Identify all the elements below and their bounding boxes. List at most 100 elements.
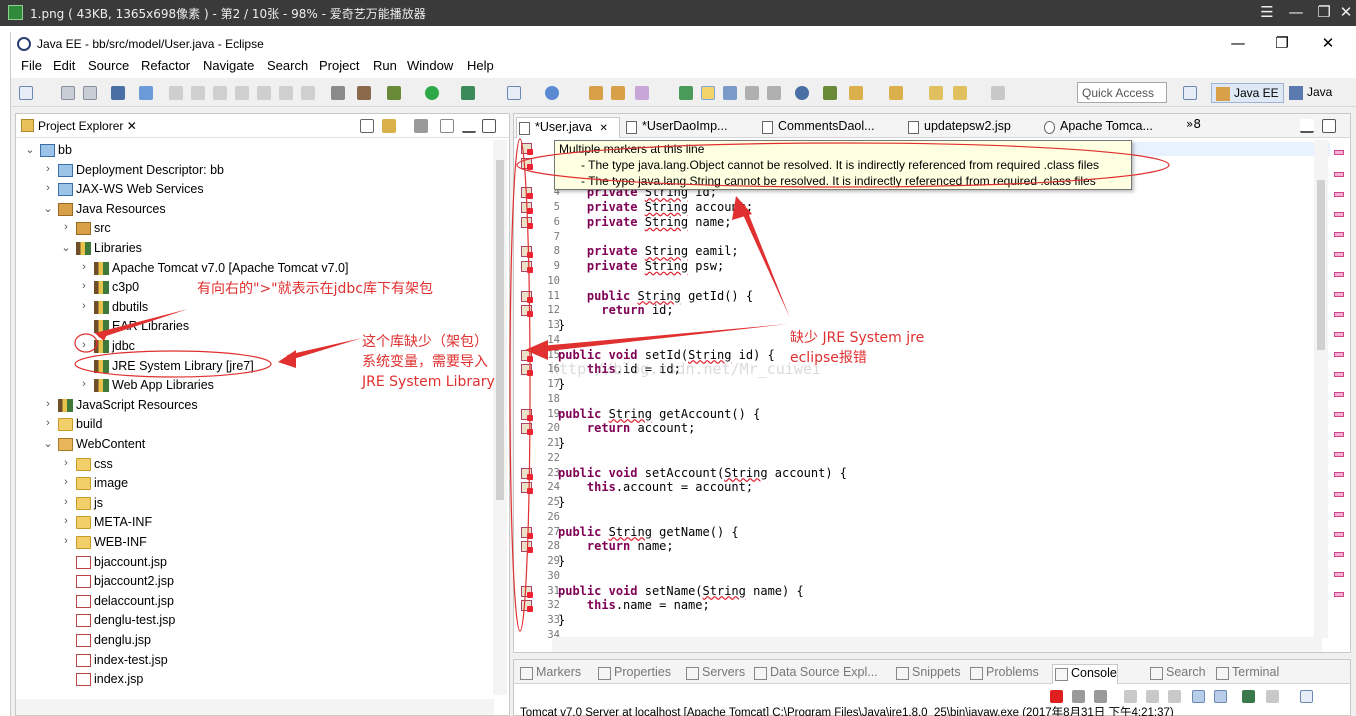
tab-snippets[interactable]: Snippets	[894, 664, 961, 684]
collapse-arrow-icon[interactable]: ›	[60, 221, 72, 233]
collapse-arrow-icon[interactable]: ›	[78, 378, 90, 390]
pin-console-icon[interactable]	[1242, 690, 1255, 703]
tab-updatepsw2[interactable]: updatepsw2.jsp	[906, 117, 1036, 138]
collapse-arrow-icon[interactable]: ›	[42, 163, 54, 175]
block-selection-icon[interactable]	[745, 86, 759, 100]
previous-annotation-icon[interactable]	[889, 86, 903, 100]
overview-error-mark[interactable]	[1334, 432, 1344, 437]
error-marker-icon[interactable]	[521, 290, 533, 303]
expand-arrow-icon[interactable]: ⌄	[60, 241, 72, 254]
viewer-close-button[interactable]: ✕	[1334, 3, 1356, 21]
error-marker-icon[interactable]	[521, 157, 533, 170]
overview-error-mark[interactable]	[1334, 552, 1344, 557]
remove-launch-icon[interactable]	[1072, 690, 1085, 703]
drop-to-frame-icon[interactable]	[331, 86, 345, 100]
overview-error-mark[interactable]	[1334, 172, 1344, 177]
menu-source[interactable]: Source	[88, 58, 129, 73]
filter-icon[interactable]	[414, 119, 428, 133]
error-marker-icon[interactable]	[521, 585, 533, 598]
maximize-editor-icon[interactable]	[1322, 119, 1336, 133]
minimize-button[interactable]: —	[1223, 34, 1253, 52]
collapse-arrow-icon[interactable]: ›	[42, 417, 54, 429]
menu-edit[interactable]: Edit	[53, 58, 75, 73]
code-area[interactable]: private String id; private String accoun…	[558, 140, 1318, 635]
open-type-icon[interactable]	[589, 86, 603, 100]
minimize-view-icon[interactable]	[462, 119, 476, 133]
toggle-highlight-icon[interactable]	[701, 86, 715, 100]
overview-error-mark[interactable]	[1334, 372, 1344, 377]
console-icon[interactable]	[111, 86, 125, 100]
tab-data-source-expl[interactable]: Data Source Expl...	[752, 664, 878, 684]
tab-apache-tomcat[interactable]: Apache Tomca...	[1042, 117, 1182, 138]
tree-scroll-thumb[interactable]	[496, 160, 504, 500]
quick-access-input[interactable]: Quick Access	[1077, 82, 1167, 103]
menu-window[interactable]: Window	[407, 58, 453, 73]
overview-ruler[interactable]	[1332, 140, 1346, 638]
terminate-icon[interactable]	[1050, 690, 1063, 703]
tab-userdaoimp[interactable]: *UserDaoImp...	[624, 117, 754, 138]
collapse-all-icon[interactable]	[360, 119, 374, 133]
menu-help[interactable]: Help	[467, 58, 494, 73]
collapse-arrow-icon[interactable]: ›	[78, 261, 90, 273]
tab-servers[interactable]: Servers	[684, 664, 745, 684]
error-marker-icon[interactable]	[521, 187, 533, 200]
toggle-breadcrumb-icon[interactable]	[723, 86, 737, 100]
collapse-arrow-icon[interactable]: ›	[78, 280, 90, 292]
viewer-menu-icon[interactable]: ☰	[1255, 3, 1279, 21]
save-icon[interactable]	[61, 86, 75, 100]
display-console-icon[interactable]	[1266, 690, 1279, 703]
tab-overflow-button[interactable]: »8	[1186, 117, 1201, 131]
collapse-arrow-icon[interactable]: ›	[42, 182, 54, 194]
maximize-view-icon[interactable]	[482, 119, 496, 133]
expand-arrow-icon[interactable]: ⌄	[42, 202, 54, 215]
viewer-minimize-button[interactable]: —	[1284, 3, 1308, 21]
overview-error-mark[interactable]	[1334, 412, 1344, 417]
error-marker-icon[interactable]	[521, 467, 533, 480]
tab-properties[interactable]: Properties	[596, 664, 671, 684]
save-all-icon[interactable]	[83, 86, 97, 100]
error-marker-icon[interactable]	[521, 408, 533, 421]
perspective-java-ee[interactable]: Java EE	[1211, 83, 1284, 103]
editor-horizontal-scrollbar[interactable]	[552, 637, 1322, 652]
menu-navigate[interactable]: Navigate	[203, 58, 254, 73]
overview-error-mark[interactable]	[1334, 232, 1344, 237]
menu-search[interactable]: Search	[267, 58, 308, 73]
expand-arrow-icon[interactable]: ⌄	[24, 143, 36, 156]
overview-error-mark[interactable]	[1334, 272, 1344, 277]
forward-icon[interactable]	[991, 86, 1005, 100]
remove-all-icon[interactable]	[1094, 690, 1107, 703]
collapse-arrow-icon[interactable]: ›	[42, 398, 54, 410]
back-icon[interactable]	[953, 86, 967, 100]
overview-error-mark[interactable]	[1334, 592, 1344, 597]
error-marker-icon[interactable]	[521, 349, 533, 362]
new-icon[interactable]	[19, 86, 33, 100]
error-marker-icon[interactable]	[521, 143, 533, 155]
toggle-mark-icon[interactable]	[679, 86, 693, 100]
tab-markers[interactable]: Markers	[518, 664, 581, 684]
step-over-icon[interactable]	[279, 86, 293, 100]
disconnect-icon[interactable]	[235, 86, 249, 100]
overview-error-mark[interactable]	[1334, 332, 1344, 337]
collapse-arrow-icon[interactable]: ›	[60, 496, 72, 508]
open-browser-icon[interactable]	[795, 86, 809, 100]
overview-error-mark[interactable]	[1334, 392, 1344, 397]
tab-problems[interactable]: Problems	[968, 664, 1039, 684]
skip-breakpoints-icon[interactable]	[139, 86, 153, 100]
close-button[interactable]: ✕	[1313, 34, 1343, 52]
collapse-arrow-icon[interactable]: ›	[78, 339, 90, 351]
new-web-service-icon[interactable]	[545, 86, 559, 100]
error-marker-icon[interactable]	[521, 526, 533, 539]
overview-error-mark[interactable]	[1334, 452, 1344, 457]
overview-error-mark[interactable]	[1334, 212, 1344, 217]
scroll-lock-icon[interactable]	[1146, 690, 1159, 703]
overview-error-mark[interactable]	[1334, 492, 1344, 497]
overview-error-mark[interactable]	[1334, 352, 1344, 357]
error-marker-icon[interactable]	[521, 600, 533, 613]
error-marker-icon[interactable]	[521, 261, 533, 273]
menu-refactor[interactable]: Refactor	[141, 58, 190, 73]
close-icon[interactable]: ✕	[127, 119, 137, 133]
menu-project[interactable]: Project	[319, 58, 359, 73]
overview-error-mark[interactable]	[1334, 252, 1344, 257]
collapse-arrow-icon[interactable]: ›	[60, 457, 72, 469]
link-with-editor-icon[interactable]	[382, 119, 396, 133]
